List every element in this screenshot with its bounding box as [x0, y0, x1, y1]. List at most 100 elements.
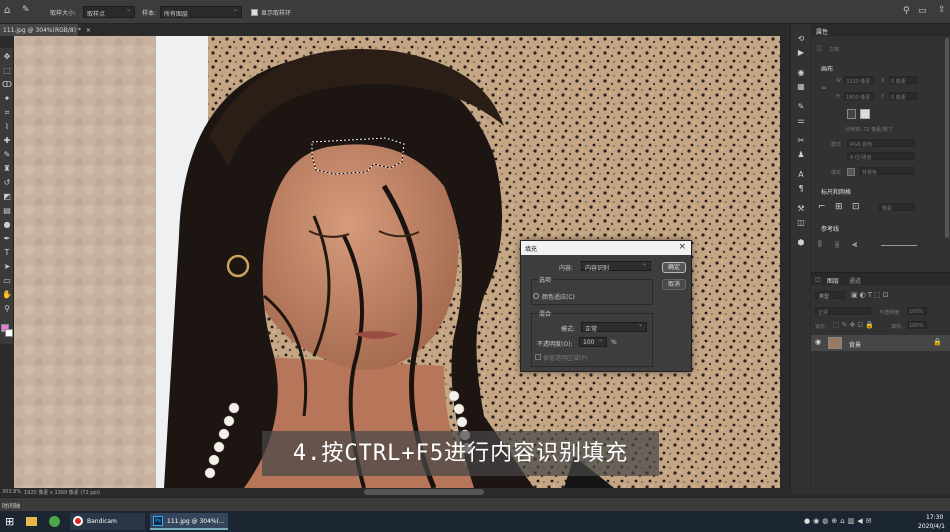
taskbar: ⊞ Bandicam Ps 111.jpg @ 304%(... ●◉◍⊕⌂▥◀…	[0, 511, 950, 532]
background-color-swatch[interactable]	[5, 329, 13, 337]
landscape-icon[interactable]	[860, 109, 870, 119]
brush-tool-icon[interactable]: ✎	[2, 150, 12, 160]
show-ring-label: 显示取样环	[261, 10, 292, 17]
mode-dropdown[interactable]: 正常	[581, 321, 647, 333]
preserve-transparency-checkbox[interactable]	[535, 354, 541, 360]
guides-title[interactable]: 参考线	[821, 224, 839, 233]
portrait-icon[interactable]	[847, 109, 856, 119]
adjustments-icon[interactable]: ⚌	[796, 116, 806, 126]
pen-tool-icon[interactable]: ✒	[2, 234, 12, 244]
panel-scrollbar[interactable]	[945, 38, 949, 238]
lasso-tool-icon[interactable]: ↀ	[2, 80, 12, 90]
eyedropper-icon[interactable]: ⌇	[2, 122, 12, 132]
paragraph-icon[interactable]: ¶	[796, 184, 806, 194]
close-icon[interactable]: ×	[86, 27, 91, 34]
filter-icons[interactable]: ▣◐T⬚⊡	[851, 291, 890, 299]
workspace-icon[interactable]: ▭	[918, 6, 927, 16]
lock-icons[interactable]: ⬚✎✥⊡🔒	[833, 321, 876, 329]
swatches-icon[interactable]: ▦	[796, 82, 806, 92]
timeline-label[interactable]: 时间轴	[2, 501, 20, 510]
file-explorer-icon[interactable]	[26, 517, 37, 526]
bandicam-label: Bandicam	[87, 518, 117, 525]
zoom-level[interactable]: 303.8%	[2, 489, 21, 495]
tool-presets-icon[interactable]: ⚒	[796, 204, 806, 214]
ruler-icon[interactable]: ⌐	[818, 202, 826, 212]
eyedropper-tool-icon[interactable]: ✎	[22, 5, 30, 15]
cancel-button[interactable]: 取消	[662, 279, 686, 290]
fill-swatch[interactable]	[847, 168, 855, 176]
grid-icon[interactable]: ⊞	[835, 202, 843, 212]
history-icon[interactable]: ⟲	[796, 34, 806, 44]
bandicam-task[interactable]: Bandicam	[70, 513, 145, 530]
eraser-tool-icon[interactable]: ◩	[2, 192, 12, 202]
layer-thumbnail	[828, 337, 842, 349]
tray-icons[interactable]: ●◉◍⊕⌂▥◀✉	[804, 517, 875, 525]
vertical-scrollbar[interactable]	[780, 36, 790, 488]
properties-tab[interactable]: 属性	[816, 27, 828, 36]
dodge-tool-icon[interactable]: ●	[2, 220, 12, 230]
history-brush-icon[interactable]: ↺	[2, 178, 12, 188]
color-adapt-label: 颜色适应(C)	[542, 294, 575, 301]
measurement-icon[interactable]: ⬢	[796, 238, 806, 248]
ruler-grid-title[interactable]: 标尺和网格	[821, 187, 851, 196]
document-tab[interactable]: 111.jpg @ 304%(RGB/8) * ×	[0, 24, 91, 36]
gradient-tool-icon[interactable]: ▤	[2, 206, 12, 216]
home-icon[interactable]: ⌂	[4, 5, 10, 16]
sample-size-dropdown[interactable]: 取样点	[83, 6, 135, 18]
hand-tool-icon[interactable]: ✋	[2, 290, 12, 300]
snap-icon[interactable]: ⊡	[852, 202, 860, 212]
guide-layout-icon[interactable]: ⫷	[852, 240, 857, 250]
properties-tab-bar	[811, 24, 950, 36]
guide-align-icon[interactable]: ⫴	[818, 240, 822, 250]
type-tool-icon[interactable]: T	[2, 248, 12, 258]
content-dropdown[interactable]: 内容识别	[581, 260, 651, 272]
horizontal-scrollbar-thumb[interactable]	[364, 489, 484, 495]
tab-channels[interactable]: 通道	[849, 276, 861, 285]
shape-tool-icon[interactable]: ▭	[2, 276, 12, 286]
magic-wand-icon[interactable]: ✦	[2, 94, 12, 104]
browser-icon[interactable]	[49, 516, 60, 527]
clock-date[interactable]: 2020/4/1	[918, 523, 945, 530]
document-icon: ▯	[817, 44, 821, 52]
crop-tool-icon[interactable]: ⌗	[2, 108, 12, 118]
brushes-icon[interactable]: ✎	[796, 102, 806, 112]
color-icon[interactable]: ◉	[796, 68, 806, 78]
clock-time[interactable]: 17:30	[926, 514, 943, 521]
fill-value: 100%	[909, 323, 924, 329]
sample-label: 样本:	[142, 10, 157, 17]
guide-distribute-icon[interactable]: ⫵	[835, 240, 839, 250]
guide-line	[881, 245, 917, 246]
photoshop-task[interactable]: Ps 111.jpg @ 304%(...	[150, 513, 228, 530]
stamp-tool-icon[interactable]: ♜	[2, 164, 12, 174]
windows-start-icon[interactable]: ⊞	[5, 515, 14, 528]
panel-icon-strip: ⟲ ▶ ◉ ▦ ✎ ⚌ ✂ ♟ A ¶ ⚒ ◫ ⬢	[790, 24, 810, 494]
dialog-titlebar[interactable]: 填充 ×	[521, 241, 691, 255]
actions-icon[interactable]: ▶	[796, 48, 806, 58]
search-icon[interactable]: ⚲	[903, 6, 910, 16]
move-tool-icon[interactable]: ✥	[2, 52, 12, 62]
clone-source-icon[interactable]: ♟	[796, 150, 806, 160]
tab-layers[interactable]: 图层	[827, 276, 839, 285]
3d-icon[interactable]: ◫	[796, 218, 806, 228]
layer-kind-value: 类型	[819, 294, 830, 300]
close-icon[interactable]: ×	[678, 242, 686, 252]
link-icon[interactable]: ∞	[821, 84, 827, 92]
share-icon[interactable]: ⇪	[938, 5, 946, 15]
eye-icon[interactable]: ◉	[815, 338, 821, 346]
zoom-tool-icon[interactable]: ⚲	[2, 304, 12, 314]
marquee-tool-icon[interactable]: ⬚	[2, 66, 12, 76]
3d-tab-icon[interactable]: ◫	[815, 276, 821, 283]
ok-button[interactable]: 确定	[662, 262, 686, 273]
color-adapt-checkbox[interactable]	[533, 293, 539, 299]
path-select-icon[interactable]: ➤	[2, 262, 12, 272]
layer-name[interactable]: 背景	[849, 340, 861, 349]
sample-dropdown[interactable]: 所有图层	[160, 6, 242, 18]
opacity-input[interactable]: 100	[579, 336, 607, 347]
layer-row[interactable]: ◉ 背景 🔒	[811, 335, 950, 351]
character-icon[interactable]: A	[796, 170, 806, 180]
healing-brush-icon[interactable]: ✚	[2, 136, 12, 146]
styles-icon[interactable]: ✂	[796, 136, 806, 146]
canvas-section-title[interactable]: 画布	[821, 64, 833, 73]
show-ring-checkbox[interactable]	[251, 9, 258, 16]
fill-label: 填充:	[891, 324, 903, 330]
